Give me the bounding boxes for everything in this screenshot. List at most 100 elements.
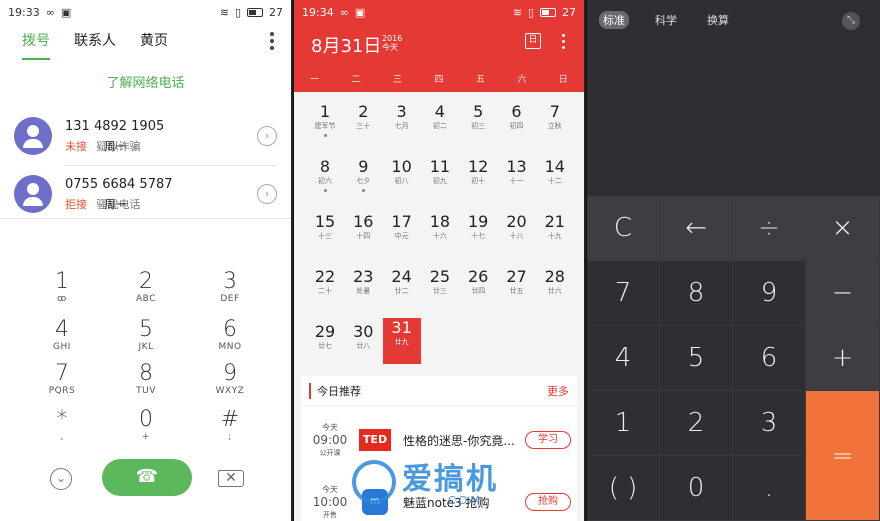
calendar-day[interactable]: 6 初四: [498, 102, 536, 148]
call-detail-icon[interactable]: ›: [257, 184, 277, 204]
tab-convert[interactable]: 换算: [703, 11, 733, 29]
today-bookmark-icon[interactable]: 日: [525, 33, 541, 49]
calendar-day[interactable]: 27 廿五: [498, 267, 536, 313]
dial-key-7[interactable]: 7 PQRS: [22, 362, 102, 397]
calendar-day[interactable]: 7 立秋: [536, 102, 574, 148]
calendar-day[interactable]: 18 十六: [421, 212, 459, 258]
calendar-day[interactable]: 30 廿八: [344, 322, 382, 368]
wifi-icon: ≋: [512, 5, 522, 19]
calendar-title[interactable]: 8月31日: [311, 32, 381, 58]
divider: [0, 218, 291, 219]
calendar-day[interactable]: 20 十八: [498, 212, 536, 258]
calendar-day[interactable]: 25 廿三: [421, 267, 459, 313]
net-call-link[interactable]: 了解网络电话: [0, 72, 291, 92]
calendar-day-today[interactable]: 31 廿九: [382, 318, 421, 364]
calendar-day[interactable]: 28 廿六: [536, 267, 574, 313]
backspace-icon[interactable]: ✕: [218, 470, 244, 487]
call-detail-icon[interactable]: ›: [257, 126, 277, 146]
dial-key-8[interactable]: 8 TUV: [106, 362, 186, 397]
dial-key-6[interactable]: 6 MNO: [190, 318, 270, 353]
calendar-day[interactable]: 12 初十: [459, 157, 497, 203]
dialer-tabs: 拨号 联系人 黄页: [0, 24, 291, 60]
call-log-item[interactable]: 0755 6684 5787 拒接 周一 骚扰电话 ›: [14, 170, 277, 218]
calendar-day[interactable]: 3 七月: [383, 102, 421, 148]
call-log-item[interactable]: 131 4892 1905 未接 周一 疑似诈骗 ›: [14, 112, 277, 160]
clear-key[interactable]: C: [587, 196, 660, 261]
calendar-day[interactable]: 29 廿七: [306, 322, 344, 368]
dialer-screen: 19:33 ∞ ▣ ≋ ▯ 27 拨号 联系人 黄页 了解网络电话 131 48…: [0, 0, 293, 521]
recommend-item[interactable]: 今天 09:00 公开课 TED 性格的迷思-你究竟... 学习: [301, 412, 577, 468]
calendar-day[interactable]: 17 中元: [383, 212, 421, 258]
digit-key-2[interactable]: 2: [660, 391, 733, 456]
digit-key-6[interactable]: 6: [733, 326, 806, 391]
tab-yellow-pages[interactable]: 黄页: [140, 24, 168, 60]
calendar-day[interactable]: 13 十一: [498, 157, 536, 203]
battery-level: 27: [269, 5, 283, 19]
calendar-day[interactable]: 26 廿四: [459, 267, 497, 313]
calendar-day[interactable]: 10 初八: [383, 157, 421, 203]
tab-dial[interactable]: 拨号: [22, 24, 50, 60]
digit-key-4[interactable]: 4: [587, 326, 660, 391]
call-number: 131 4892 1905: [65, 118, 165, 134]
parentheses-key[interactable]: ( ): [587, 456, 660, 521]
tab-scientific[interactable]: 科学: [651, 11, 681, 29]
tab-standard[interactable]: 标准: [599, 11, 629, 29]
calendar-day[interactable]: 16 十四: [344, 212, 382, 258]
multiply-key[interactable]: ×: [806, 196, 880, 261]
divide-key[interactable]: ÷: [733, 196, 806, 261]
wifi-icon: ≋: [219, 5, 229, 19]
equals-key[interactable]: =: [806, 391, 880, 521]
digit-key-3[interactable]: 3: [733, 391, 806, 456]
dial-key-0[interactable]: 0 +: [106, 408, 186, 443]
calendar-day[interactable]: 9 七夕: [344, 157, 382, 203]
calendar-day[interactable]: 15 十三: [306, 212, 344, 258]
digit-key-7[interactable]: 7: [587, 261, 660, 326]
learn-button[interactable]: 学习: [525, 431, 571, 449]
avatar: [14, 117, 52, 155]
calendar-day[interactable]: 23 处暑: [344, 267, 382, 313]
calendar-day[interactable]: 22 二十: [306, 267, 344, 313]
tab-contacts[interactable]: 联系人: [74, 24, 116, 60]
more-menu-icon[interactable]: [269, 32, 275, 50]
calendar-day[interactable]: 14 十二: [536, 157, 574, 203]
year-label: 2016: [382, 34, 403, 43]
calendar-day[interactable]: 4 初二: [421, 102, 459, 148]
digit-key-0[interactable]: 0: [660, 456, 733, 521]
dial-actions: ⌄ ☎ ✕: [0, 459, 291, 499]
digit-key-8[interactable]: 8: [660, 261, 733, 326]
sim-icon: ▯: [234, 5, 241, 19]
digit-key-5[interactable]: 5: [660, 326, 733, 391]
dial-key-hash[interactable]: #;: [190, 408, 270, 443]
collapse-icon[interactable]: ⤡: [842, 12, 860, 30]
weekday-label: 日: [558, 75, 568, 85]
minus-key[interactable]: −: [806, 261, 880, 326]
decimal-key[interactable]: .: [733, 456, 806, 521]
call-button[interactable]: ☎: [102, 459, 192, 496]
calendar-day[interactable]: 8 初六: [306, 157, 344, 203]
dial-key-2[interactable]: 2 ABC: [106, 270, 186, 305]
digit-key-9[interactable]: 9: [733, 261, 806, 326]
calendar-day[interactable]: 5 初三: [459, 102, 497, 148]
plus-key[interactable]: +: [806, 326, 880, 391]
calendar-day[interactable]: 1 建军节: [306, 102, 344, 148]
backspace-key[interactable]: ←: [660, 196, 733, 261]
dial-key-4[interactable]: 4 GHI: [22, 318, 102, 353]
dial-key-1[interactable]: 1ꝏ: [22, 270, 102, 305]
recommend-more-link[interactable]: 更多: [547, 383, 569, 399]
calendar-day[interactable]: 21 十九: [536, 212, 574, 258]
recommend-item[interactable]: 今天 10:00 开售 m 魅蓝note3 抢购 抢购: [301, 474, 577, 521]
calendar-day[interactable]: 24 廿二: [383, 267, 421, 313]
collapse-keypad-icon[interactable]: ⌄: [50, 468, 72, 490]
calendar-day[interactable]: 19 十七: [459, 212, 497, 258]
more-menu-icon[interactable]: [560, 34, 566, 52]
dial-key-star[interactable]: *,: [22, 408, 102, 443]
calendar-day[interactable]: 2 三十: [344, 102, 382, 148]
calendar-day[interactable]: 11 初九: [421, 157, 459, 203]
dial-key-9[interactable]: 9 WXYZ: [190, 362, 270, 397]
buy-button[interactable]: 抢购: [525, 493, 571, 511]
rec-name: 魅蓝note3 抢购: [403, 495, 490, 510]
dial-key-3[interactable]: 3 DEF: [190, 270, 270, 305]
digit-key-1[interactable]: 1: [587, 391, 660, 456]
rec-time: 09:00: [312, 433, 348, 447]
dial-key-5[interactable]: 5 JKL: [106, 318, 186, 353]
